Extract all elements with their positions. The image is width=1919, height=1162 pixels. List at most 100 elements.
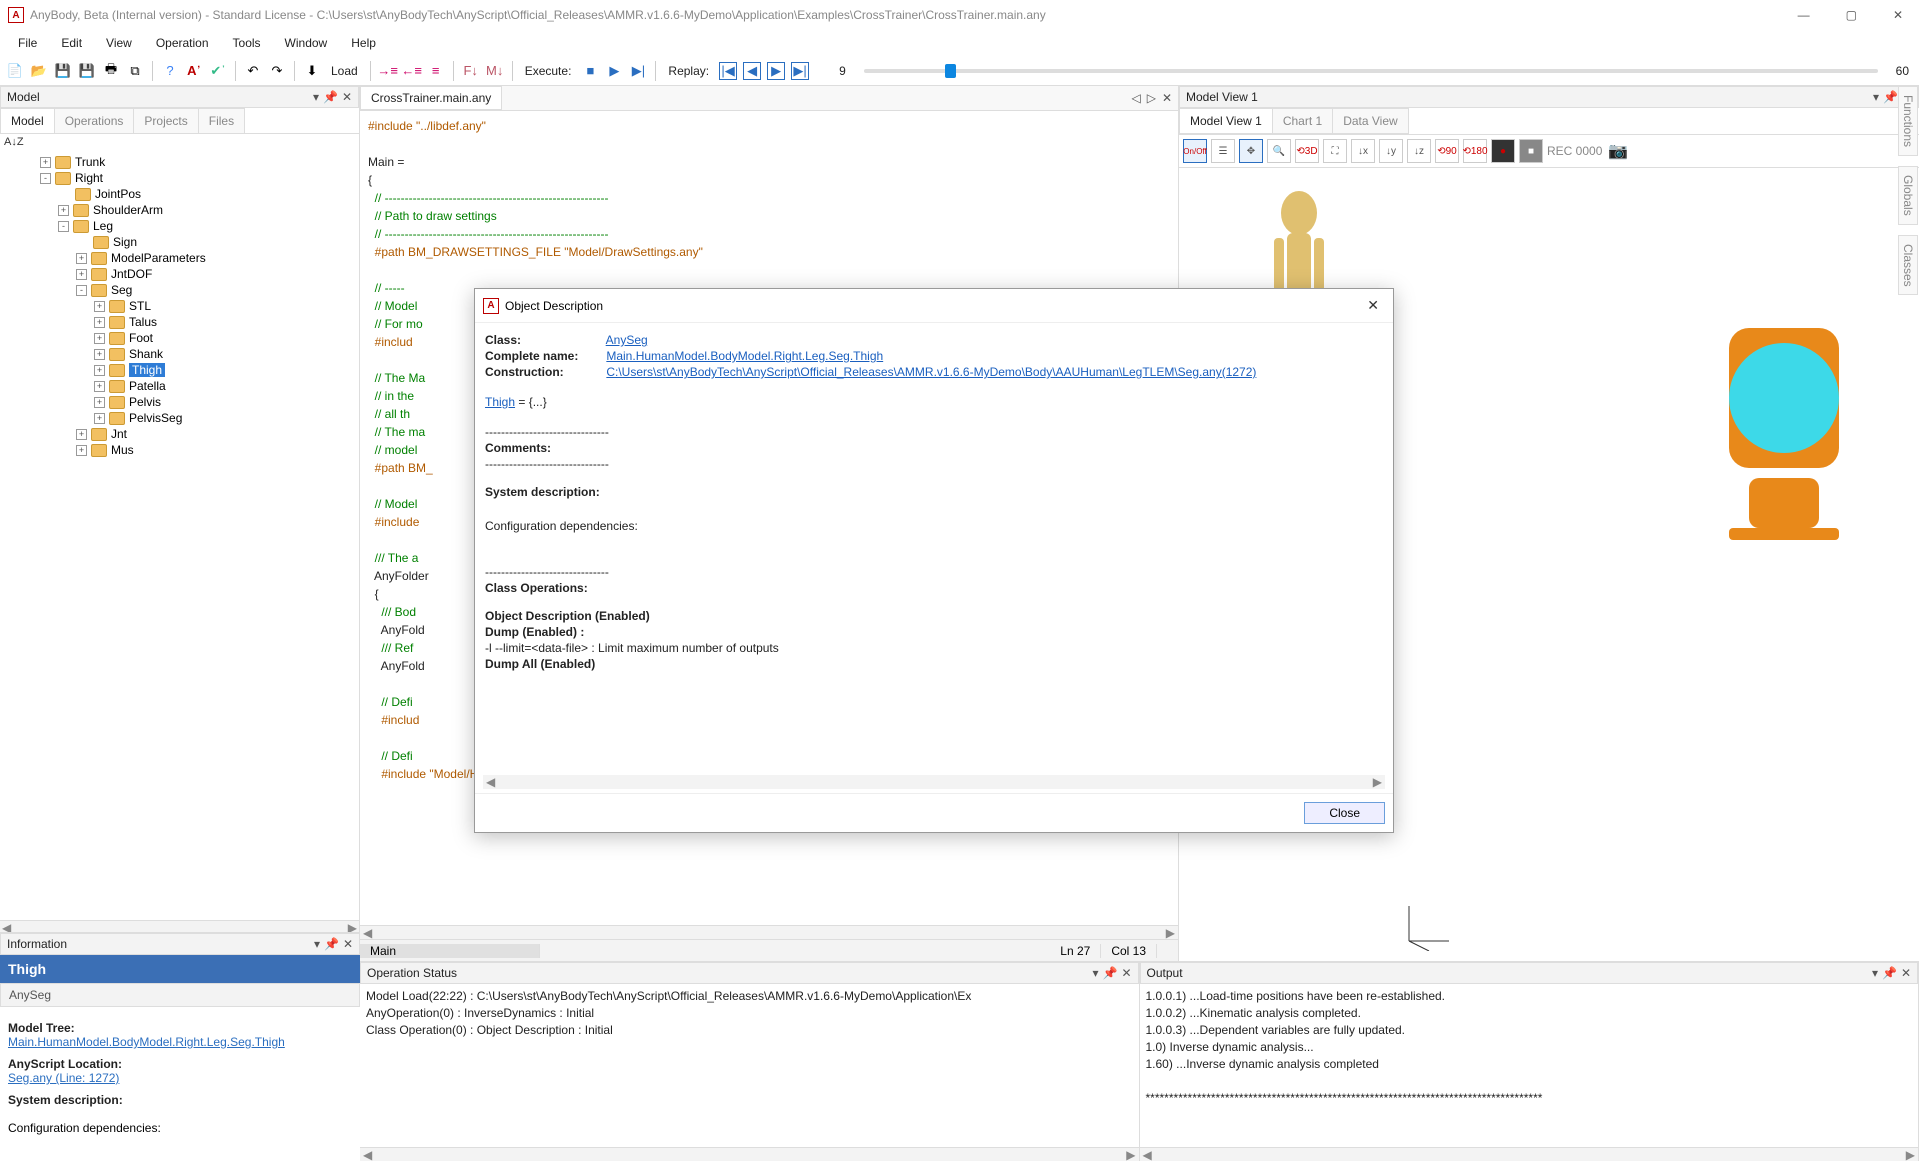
expand-icon[interactable]: + — [94, 333, 105, 344]
tab-prev-icon[interactable]: ◁ — [1131, 91, 1140, 105]
m-icon[interactable]: M↓ — [486, 62, 504, 80]
rotate-icon[interactable]: ⟲3D — [1295, 139, 1319, 163]
tab-files[interactable]: Files — [198, 108, 245, 133]
tab-projects[interactable]: Projects — [133, 108, 198, 133]
tree-hscroll[interactable]: ◀▶ — [0, 920, 359, 932]
pin-icon[interactable]: 📌 — [323, 90, 338, 104]
dropdown-icon[interactable]: ▾ — [1873, 90, 1879, 104]
expand-icon[interactable]: + — [94, 413, 105, 424]
saveall-icon[interactable]: 💾 — [78, 62, 96, 80]
tree-item[interactable]: +Jnt — [2, 426, 357, 442]
stop-rec-icon[interactable]: ■ — [1519, 139, 1543, 163]
tab-dataview[interactable]: Data View — [1332, 108, 1408, 134]
constr-link[interactable]: C:\Users\st\AnyBodyTech\AnyScript\Offici… — [606, 365, 1256, 379]
editor-tab[interactable]: CrossTrainer.main.any — [360, 86, 502, 110]
tree-item[interactable]: +Thigh — [2, 362, 357, 378]
help-icon[interactable]: ? — [161, 62, 179, 80]
expand-icon[interactable]: - — [40, 173, 51, 184]
tab-chart1[interactable]: Chart 1 — [1272, 108, 1333, 134]
dropdown-icon[interactable]: ▾ — [313, 90, 319, 104]
tree-item[interactable]: +ModelParameters — [2, 250, 357, 266]
minimize-button[interactable]: — — [1790, 4, 1818, 26]
panel-close-icon[interactable]: ✕ — [343, 937, 353, 951]
onoff-icon[interactable]: On/Off — [1183, 139, 1207, 163]
expand-icon[interactable]: + — [76, 445, 87, 456]
copy-icon[interactable]: ⧉ — [126, 62, 144, 80]
menu-edit[interactable]: Edit — [51, 32, 92, 54]
vtab-classes[interactable]: Classes — [1898, 235, 1918, 296]
pin-icon[interactable]: 📌 — [1102, 966, 1117, 980]
tree-item[interactable]: -Leg — [2, 218, 357, 234]
replay-next-icon[interactable]: ▶ — [767, 62, 785, 80]
op-hscroll[interactable]: ◀▶ — [360, 1147, 1139, 1161]
close-button[interactable]: ✕ — [1885, 4, 1911, 26]
model-tree[interactable]: +Trunk-RightJointPos+ShoulderArm-LegSign… — [0, 150, 359, 920]
tree-item[interactable]: +Foot — [2, 330, 357, 346]
undo-icon[interactable]: ↶ — [244, 62, 262, 80]
tree-item[interactable]: +Talus — [2, 314, 357, 330]
script-check-icon[interactable]: ✔᾿ — [209, 62, 227, 80]
out-hscroll[interactable]: ◀▶ — [1140, 1147, 1919, 1161]
tree-item[interactable]: +PelvisSeg — [2, 410, 357, 426]
expand-icon[interactable]: + — [94, 301, 105, 312]
replay-last-icon[interactable]: ▶| — [791, 62, 809, 80]
step-icon[interactable]: ▶| — [629, 62, 647, 80]
expand-icon[interactable]: + — [76, 429, 87, 440]
tree-item[interactable]: +Trunk — [2, 154, 357, 170]
r90-icon[interactable]: ⟲90 — [1435, 139, 1459, 163]
thigh-link[interactable]: Thigh — [485, 395, 515, 409]
class-link[interactable]: AnySeg — [606, 333, 648, 347]
expand-icon[interactable]: + — [94, 397, 105, 408]
menu-operation[interactable]: Operation — [146, 32, 219, 54]
menu-window[interactable]: Window — [275, 32, 338, 54]
pin-icon[interactable]: 📌 — [1883, 90, 1898, 104]
redo-icon[interactable]: ↷ — [268, 62, 286, 80]
stop-icon[interactable]: ■ — [581, 62, 599, 80]
slider-thumb[interactable] — [945, 64, 956, 78]
tree-item[interactable]: +Pelvis — [2, 394, 357, 410]
tree-item[interactable]: JointPos — [2, 186, 357, 202]
tree-item[interactable]: +Patella — [2, 378, 357, 394]
new-icon[interactable]: 📄 — [6, 62, 24, 80]
pin-icon[interactable]: 📌 — [324, 937, 339, 951]
vtab-functions[interactable]: Functions — [1898, 86, 1918, 156]
dropdown-icon[interactable]: ▾ — [314, 937, 320, 951]
load-label[interactable]: Load — [327, 64, 362, 78]
panel-close-icon[interactable]: ✕ — [342, 90, 352, 104]
f-icon[interactable]: F↓ — [462, 62, 480, 80]
expand-icon[interactable]: - — [76, 285, 87, 296]
dialog-hscroll[interactable]: ◀▶ — [483, 775, 1385, 789]
expand-icon[interactable]: + — [94, 349, 105, 360]
print-icon[interactable]: 🖶 — [102, 62, 120, 80]
play-icon[interactable]: ▶ — [605, 62, 623, 80]
indentdec-icon[interactable]: ←≡ — [403, 62, 421, 80]
tree-item[interactable]: +JntDOF — [2, 266, 357, 282]
expand-icon[interactable]: + — [94, 381, 105, 392]
menu-help[interactable]: Help — [341, 32, 386, 54]
fit-icon[interactable]: ⛶ — [1323, 139, 1347, 163]
tree-item[interactable]: -Right — [2, 170, 357, 186]
tree-item[interactable]: -Seg — [2, 282, 357, 298]
expand-icon[interactable]: + — [40, 157, 51, 168]
replay-first-icon[interactable]: |◀ — [719, 62, 737, 80]
props-icon[interactable]: ☰ — [1211, 139, 1235, 163]
indentinc-icon[interactable]: →≡ — [379, 62, 397, 80]
replay-prev-icon[interactable]: ◀ — [743, 62, 761, 80]
menu-tools[interactable]: Tools — [223, 32, 271, 54]
dropdown-icon[interactable]: ▾ — [1872, 966, 1878, 980]
dropdown-icon[interactable]: ▾ — [1092, 966, 1098, 980]
vy-icon[interactable]: ↓y — [1379, 139, 1403, 163]
expand-icon[interactable]: + — [76, 269, 87, 280]
dialog-close-icon[interactable]: ✕ — [1361, 295, 1385, 316]
cname-link[interactable]: Main.HumanModel.BodyModel.Right.Leg.Seg.… — [606, 349, 883, 363]
replay-slider[interactable] — [864, 69, 1878, 73]
editor-hscroll[interactable]: ◀▶ — [360, 925, 1178, 939]
menu-file[interactable]: File — [8, 32, 47, 54]
panel-close-icon[interactable]: ✕ — [1121, 966, 1131, 980]
expand-icon[interactable]: + — [58, 205, 69, 216]
menu-view[interactable]: View — [96, 32, 142, 54]
tab-next-icon[interactable]: ▷ — [1147, 91, 1156, 105]
op-status-log[interactable]: Model Load(22:22) : C:\Users\st\AnyBodyT… — [360, 984, 1139, 1147]
r180-icon[interactable]: ⟲180 — [1463, 139, 1487, 163]
tree-item[interactable]: +STL — [2, 298, 357, 314]
